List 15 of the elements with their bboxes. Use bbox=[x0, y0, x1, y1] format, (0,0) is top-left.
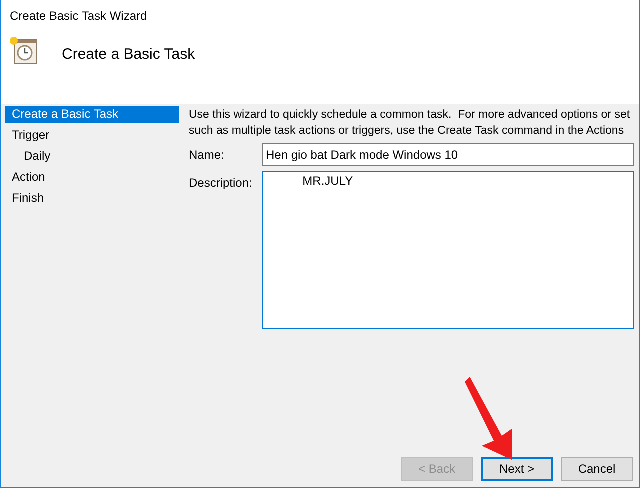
step-item[interactable]: Action bbox=[5, 169, 179, 186]
header-title: Create a Basic Task bbox=[62, 45, 196, 65]
name-field[interactable]: Hen gio bat Dark mode Windows 10 bbox=[262, 143, 634, 166]
step-item[interactable]: Finish bbox=[5, 190, 179, 207]
window-title: Create Basic Task Wizard bbox=[10, 8, 148, 25]
clock-icon bbox=[8, 35, 40, 67]
description-label: Description: bbox=[189, 175, 254, 192]
step-item[interactable]: Create a Basic Task bbox=[5, 106, 179, 123]
step-item[interactable]: Daily bbox=[5, 148, 179, 165]
wizard-button[interactable]: Cancel bbox=[561, 457, 633, 481]
wizard-button[interactable]: Next > bbox=[481, 457, 553, 481]
name-label: Name: bbox=[189, 146, 226, 164]
step-item[interactable]: Trigger bbox=[5, 127, 179, 144]
description-field[interactable]: MR.JULY bbox=[262, 171, 634, 329]
intro-text: Use this wizard to quickly schedule a common task. For more advanced options or set such as multiple task actions or triggers, use the Create Task command in the Actions bbox=[189, 108, 632, 139]
